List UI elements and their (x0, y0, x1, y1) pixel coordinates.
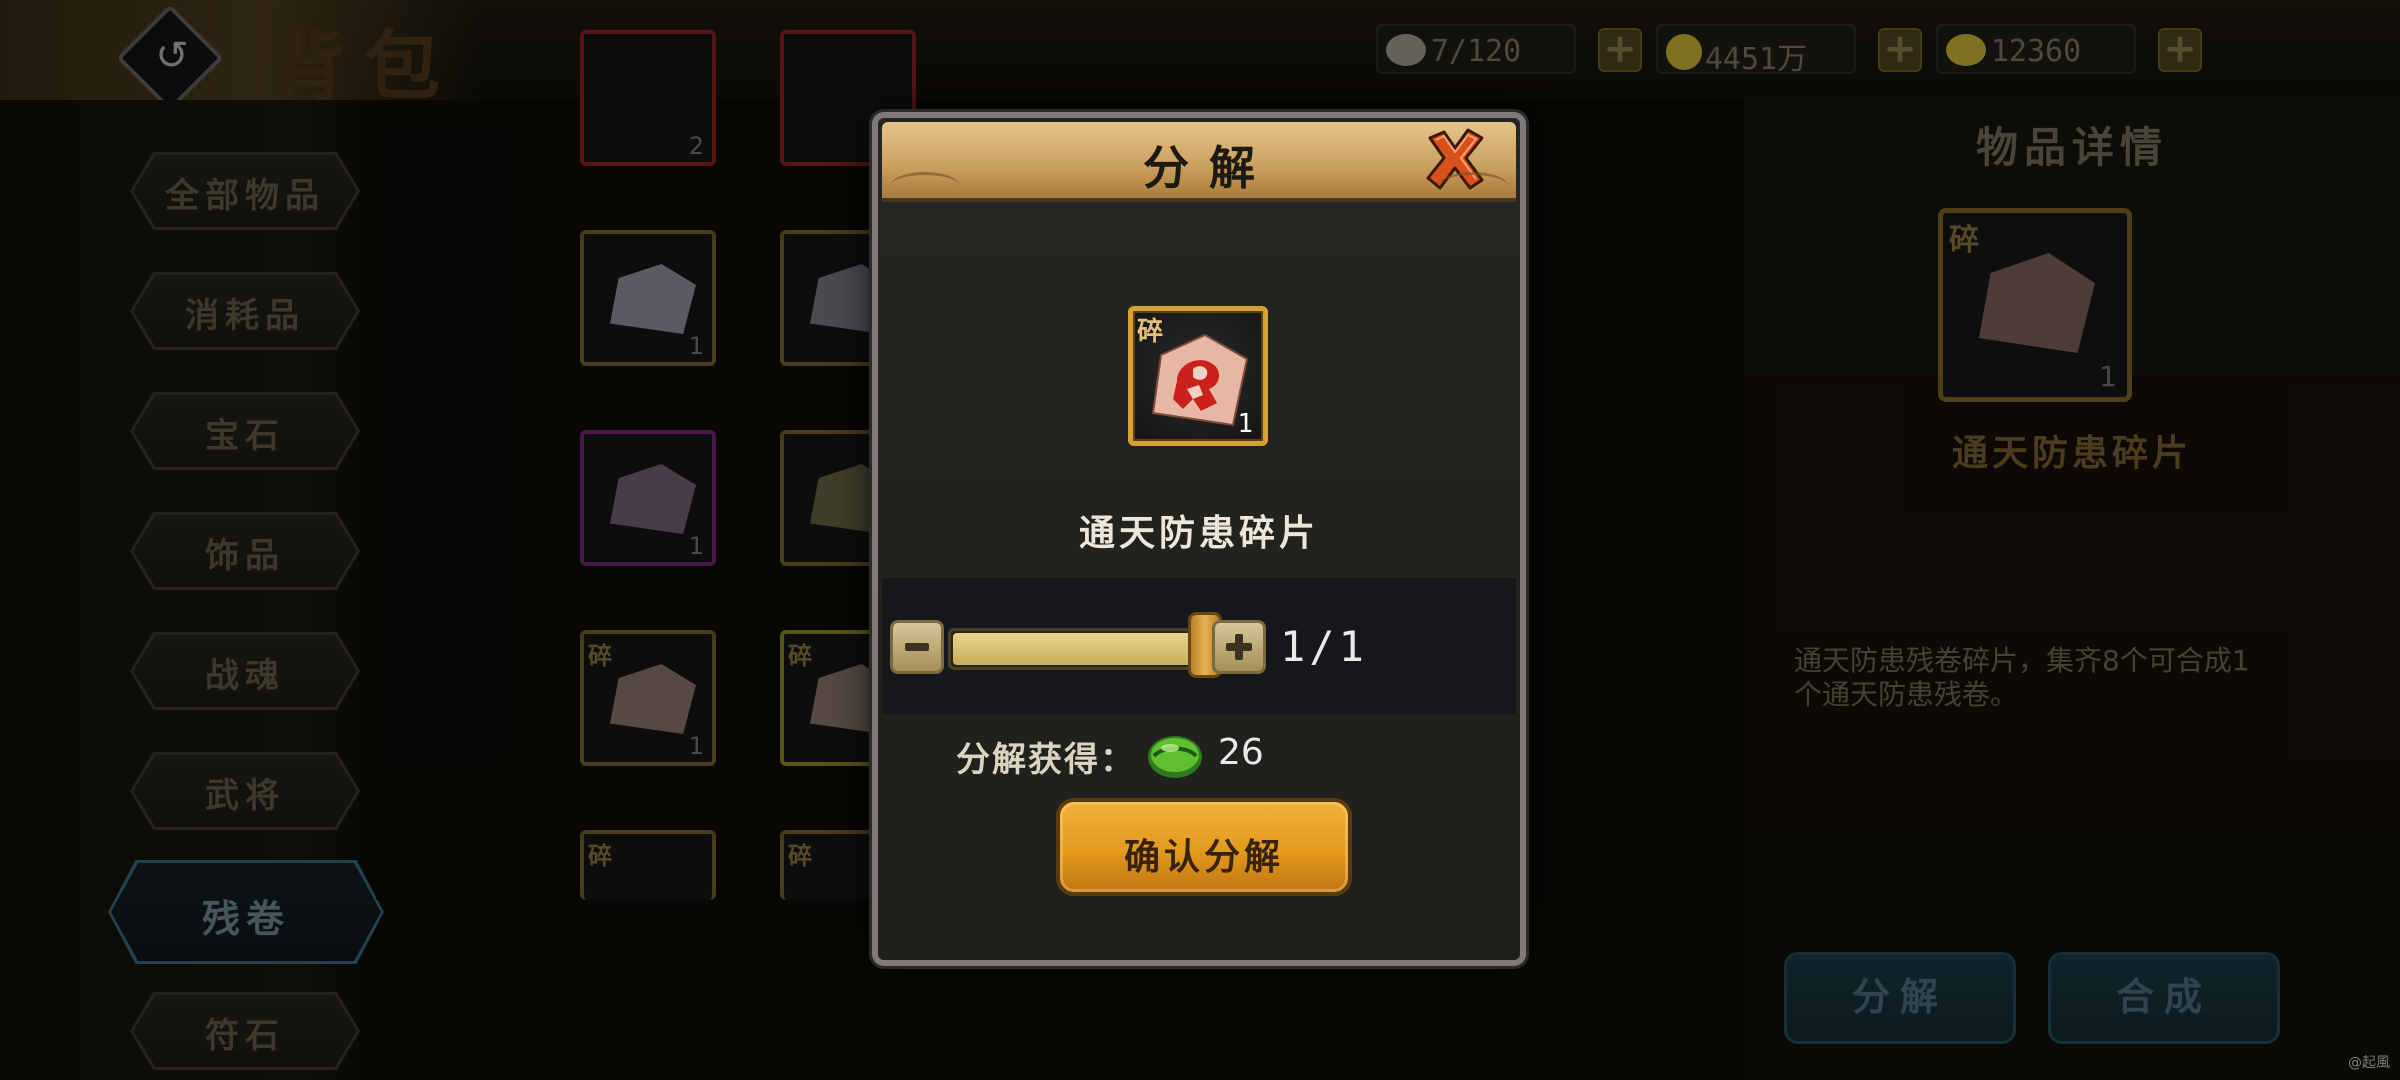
reward-label: 分解获得： (956, 740, 1136, 780)
increase-quantity-button[interactable] (1212, 620, 1266, 674)
jade-orb-icon (1148, 736, 1202, 778)
dialog-header: 分解 (882, 122, 1516, 202)
confirm-decompose-button[interactable]: 确认分解 (1056, 798, 1352, 896)
quantity-slider-track[interactable] (948, 628, 1218, 670)
confirm-decompose-label: 确认分解 (1123, 837, 1284, 878)
item-count: 1 (1237, 409, 1253, 439)
close-icon (1426, 128, 1484, 190)
close-button[interactable] (1420, 124, 1490, 194)
quantity-readout: 1/1 (1280, 622, 1368, 671)
decompose-dialog: 分解 碎 1 通天防患碎片 1/1 分解获得： 26 确认分解 (872, 112, 1526, 966)
quantity-slider-fill (953, 633, 1215, 665)
quantity-selector: 1/1 (882, 578, 1516, 714)
decrease-quantity-button[interactable] (890, 620, 944, 674)
decompose-item-slot: 碎 1 (1128, 306, 1268, 446)
reward-value: 26 (1218, 732, 1264, 773)
decompose-item-name: 通天防患碎片 (1078, 513, 1319, 554)
red-shard-icon (1151, 333, 1249, 427)
